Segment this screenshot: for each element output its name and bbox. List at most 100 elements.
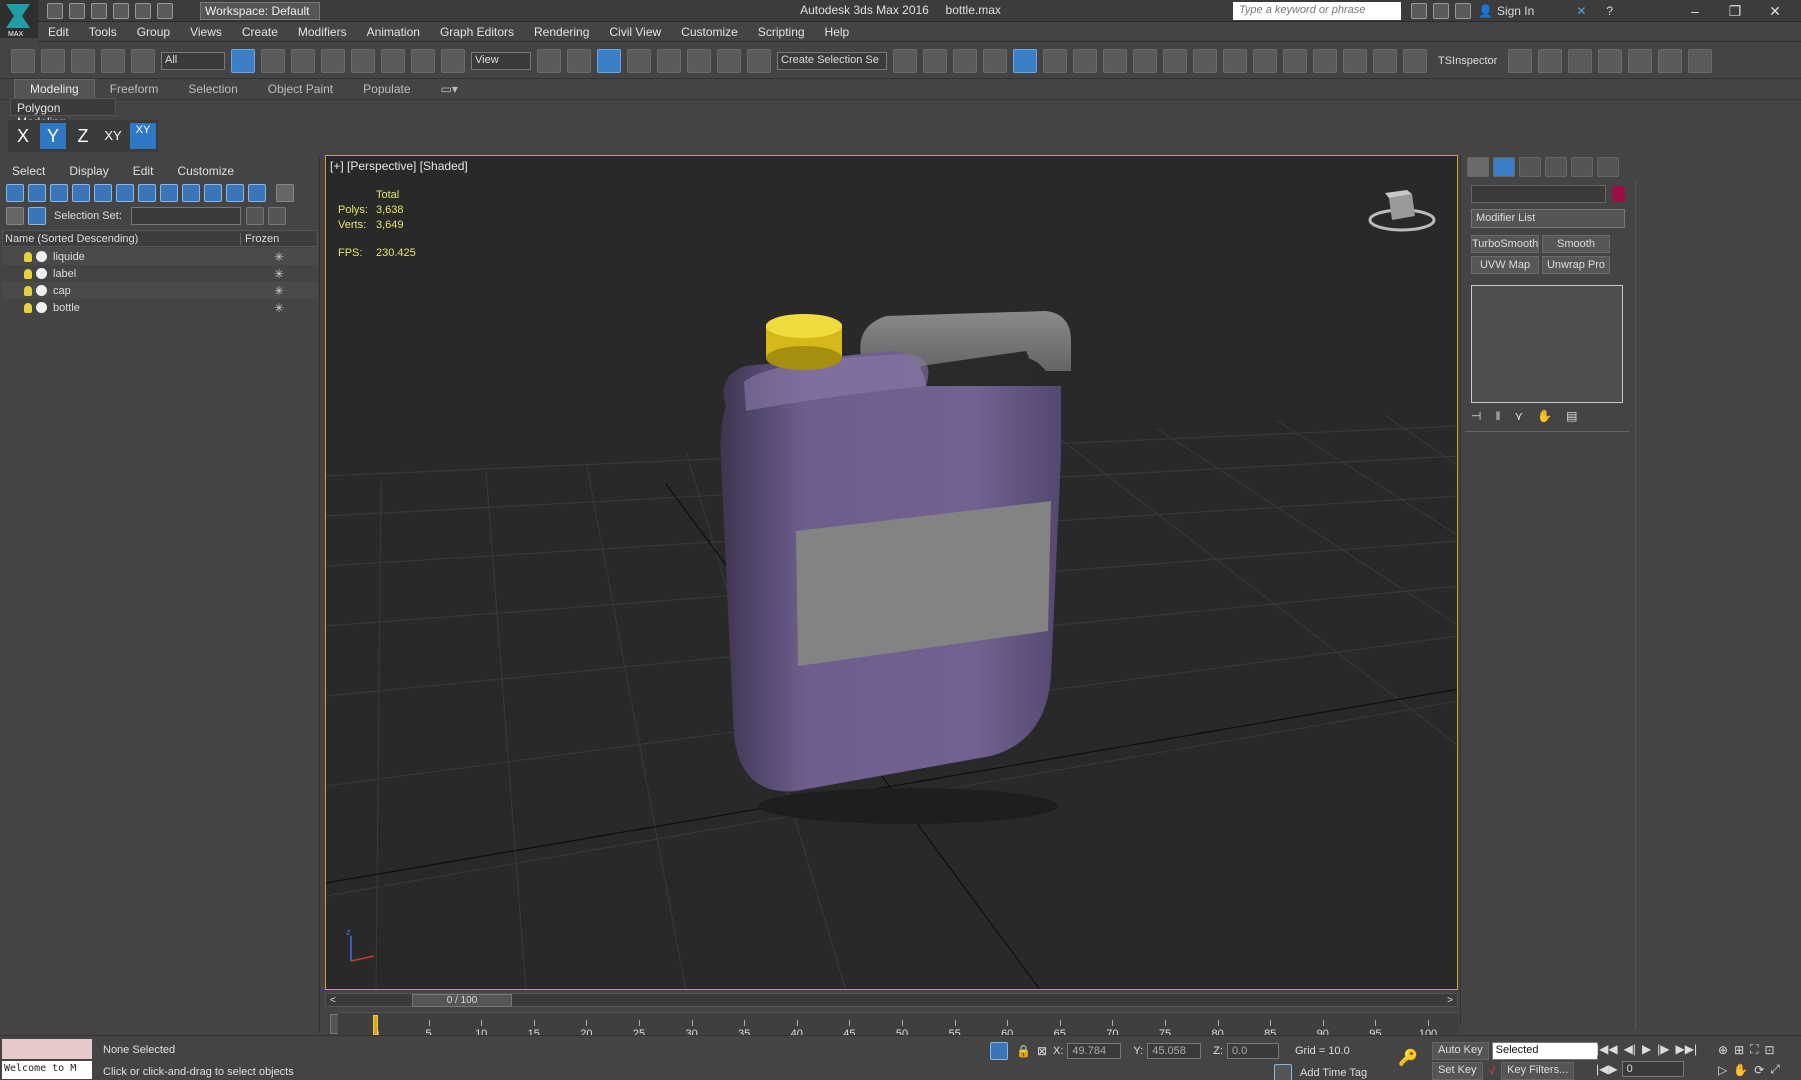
render-batch-icon[interactable] <box>1253 48 1277 73</box>
select-manipulate-icon[interactable] <box>567 48 591 73</box>
render-production-icon[interactable] <box>1193 48 1217 73</box>
list-item[interactable]: cap ✳ <box>2 282 318 299</box>
selection-set-dropdown[interactable] <box>130 207 241 225</box>
utilities-tab-icon[interactable] <box>1597 157 1619 177</box>
subscription-icon[interactable] <box>1433 3 1449 19</box>
render-grid-icon[interactable] <box>1343 48 1367 73</box>
move-icon[interactable] <box>351 48 375 73</box>
column-name-header[interactable]: Name (Sorted Descending) <box>3 232 241 245</box>
dome-light-icon[interactable] <box>1658 48 1683 73</box>
new-selection-set-icon[interactable] <box>245 207 264 225</box>
create-selection-set-dropdown[interactable]: Create Selection Se <box>777 51 887 70</box>
menu-tools[interactable]: Tools <box>79 22 127 42</box>
menu-group[interactable]: Group <box>127 22 180 42</box>
axis-y-button[interactable]: Y <box>40 123 66 149</box>
tab-freeform[interactable]: Freeform <box>95 80 174 99</box>
column-frozen-header[interactable]: Frozen <box>241 233 279 245</box>
perspective-viewport[interactable]: z [+] [Perspective] [Shaded] Total Polys… <box>325 155 1458 990</box>
align-icon[interactable] <box>923 48 947 73</box>
tsinspector-label[interactable]: TSInspector <box>1438 55 1497 67</box>
filter-geometry-icon[interactable] <box>6 184 24 202</box>
render-visibility-icon[interactable] <box>36 268 47 279</box>
axis-xy-lock-button[interactable]: XY <box>130 123 156 149</box>
cloud-render-icon[interactable] <box>1313 48 1337 73</box>
freeze-snowflake-icon[interactable]: ✳ <box>274 267 284 281</box>
render-visibility-icon[interactable] <box>36 302 47 313</box>
keyboard-shortcut-override-icon[interactable] <box>597 48 621 73</box>
time-slider-thumb[interactable]: 0 / 100 <box>412 994 512 1007</box>
unlink-icon[interactable] <box>101 48 125 73</box>
auto-key-button[interactable]: Auto Key <box>1432 1042 1489 1060</box>
show-end-result-icon[interactable]: ‖ <box>1495 409 1500 423</box>
explorer-menu-customize[interactable]: Customize <box>165 164 246 178</box>
angle-snap-icon[interactable] <box>657 48 681 73</box>
zoom-icon[interactable]: ⊕ <box>1718 1043 1728 1057</box>
sphere-icon[interactable] <box>1688 48 1713 73</box>
minimize-icon[interactable]: – <box>1675 3 1715 19</box>
time-tag-icon[interactable] <box>1274 1064 1292 1080</box>
search-input[interactable]: Type a keyword or phrase <box>1233 2 1401 20</box>
uvw-map-button[interactable]: UVW Map <box>1471 256 1539 274</box>
make-unique-icon[interactable]: ⋎ <box>1514 409 1523 423</box>
freeze-snowflake-icon[interactable]: ✳ <box>274 284 284 298</box>
filter-xrefs-icon[interactable] <box>160 184 178 202</box>
teapot-render-icon[interactable] <box>1283 48 1307 73</box>
menu-rendering[interactable]: Rendering <box>524 22 599 42</box>
menu-customize[interactable]: Customize <box>671 22 748 42</box>
unwrap-pro-button[interactable]: Unwrap Pro <box>1542 256 1610 274</box>
zoom-all-icon[interactable]: ⊞ <box>1734 1043 1744 1057</box>
isolate-selection-icon[interactable] <box>990 1042 1008 1060</box>
scale-icon[interactable] <box>411 48 435 73</box>
rotate-icon[interactable] <box>381 48 405 73</box>
render-list-icon[interactable] <box>1373 48 1397 73</box>
hierarchy-tab-icon[interactable] <box>1519 157 1541 177</box>
previous-frame-icon[interactable]: ◀| <box>1624 1042 1636 1056</box>
explorer-options-icon[interactable] <box>276 184 294 202</box>
key-filters-button[interactable]: Key Filters... <box>1501 1062 1575 1080</box>
tab-object-paint[interactable]: Object Paint <box>253 80 348 99</box>
filter-containers-icon[interactable] <box>204 184 222 202</box>
tab-populate[interactable]: Populate <box>348 80 425 99</box>
light-bulb-icon[interactable] <box>24 268 32 279</box>
filter-hidden-icon[interactable] <box>248 184 266 202</box>
pan-icon[interactable]: ✋ <box>1733 1063 1748 1077</box>
zoom-extents-icon[interactable]: ⛶ <box>1750 1042 1758 1057</box>
zoom-extents-all-icon[interactable]: ⊡ <box>1765 1043 1775 1057</box>
spinner-snap-icon[interactable] <box>717 48 741 73</box>
current-frame-field[interactable]: 0 <box>1621 1061 1684 1077</box>
time-next-icon[interactable]: > <box>1447 995 1453 1006</box>
maxscript-listener[interactable] <box>2 1039 92 1059</box>
x-coordinate-field[interactable]: 49.784 <box>1067 1043 1122 1059</box>
place-icon[interactable] <box>441 48 465 73</box>
light-lister-icon[interactable] <box>1508 48 1533 73</box>
material-editor-icon[interactable] <box>1103 48 1127 73</box>
go-to-start-icon[interactable]: |◀◀ <box>1596 1042 1618 1056</box>
edit-selection-set-icon[interactable] <box>267 207 286 225</box>
percent-snap-icon[interactable] <box>687 48 711 73</box>
set-key-icon[interactable]: √ <box>1489 1064 1496 1078</box>
jug-model[interactable] <box>720 311 1071 824</box>
pivot-center-icon[interactable] <box>537 48 561 73</box>
light-bulb-icon[interactable] <box>24 251 32 262</box>
undo-icon[interactable] <box>11 48 35 73</box>
explorer-menu-edit[interactable]: Edit <box>121 164 166 178</box>
menu-create[interactable]: Create <box>232 22 288 42</box>
new-file-icon[interactable] <box>47 3 63 19</box>
filter-bones-icon[interactable] <box>182 184 200 202</box>
axis-x-button[interactable]: X <box>10 123 36 149</box>
menu-civil-view[interactable]: Civil View <box>599 22 671 42</box>
go-to-end-icon[interactable]: ▶▶| <box>1676 1042 1698 1056</box>
filter-shapes-icon[interactable] <box>28 184 46 202</box>
tool-c-icon[interactable] <box>1598 48 1623 73</box>
render-visibility-icon[interactable] <box>36 285 47 296</box>
toggle-ribbon-icon[interactable] <box>1013 48 1037 73</box>
filter-groups-icon[interactable] <box>138 184 156 202</box>
smooth-button[interactable]: Smooth <box>1542 235 1610 253</box>
reference-coordinate-dropdown[interactable]: View <box>471 51 531 70</box>
snap-toggle-icon[interactable] <box>627 48 651 73</box>
modify-tab-icon[interactable] <box>1493 157 1515 177</box>
menu-modifiers[interactable]: Modifiers <box>288 22 357 42</box>
maxscript-mini-listener[interactable]: Welcome to M <box>2 1061 92 1079</box>
create-tab-icon[interactable] <box>1467 157 1489 177</box>
viewport-label-menu[interactable]: [+] [Perspective] [Shaded] <box>330 159 468 173</box>
